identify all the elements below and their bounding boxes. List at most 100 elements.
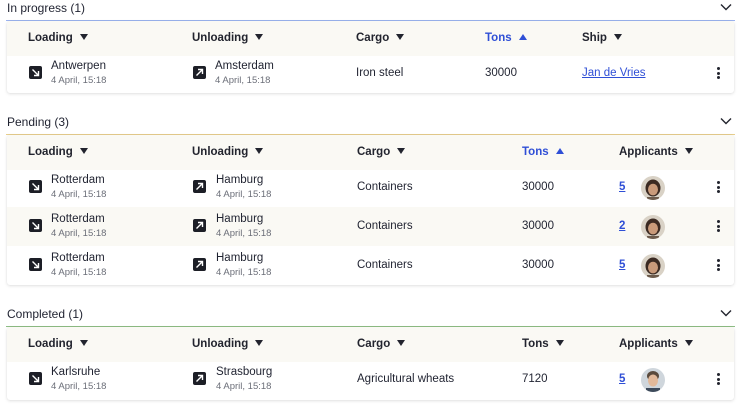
table-header: Loading Unloading Cargo Tons Applicants xyxy=(7,135,734,170)
loading-date: 4 April, 15:18 xyxy=(51,75,107,86)
unloading-city: Hamburg xyxy=(216,252,264,264)
arrow-up-right-icon xyxy=(193,258,206,271)
caret-up-icon xyxy=(555,148,564,154)
section-title: Pending (3) xyxy=(7,115,70,129)
pending-table: Loading Unloading Cargo Tons Applicants … xyxy=(7,135,734,285)
applicants-count-link[interactable]: 2 xyxy=(619,220,625,232)
column-header-cargo[interactable]: Cargo xyxy=(357,338,406,350)
tons-cell: 7120 xyxy=(522,373,548,385)
section-title: In progress (1) xyxy=(7,1,86,15)
table-row[interactable]: Rotterdam 4 April, 15:18 Hamburg 4 April… xyxy=(7,246,734,285)
cargo-cell: Iron steel xyxy=(356,67,404,79)
loading-city: Rotterdam xyxy=(51,213,105,225)
column-header-ship[interactable]: Ship xyxy=(582,32,622,44)
unloading-city: Hamburg xyxy=(216,174,264,186)
arrow-up-right-icon xyxy=(193,372,206,385)
caret-down-icon xyxy=(613,34,622,40)
loading-city: Rotterdam xyxy=(51,252,105,264)
unloading-date: 4 April, 15:18 xyxy=(216,381,272,392)
table-row[interactable]: Antwerpen 4 April, 15:18 Amsterdam 4 Apr… xyxy=(7,54,734,93)
loading-date: 4 April, 15:18 xyxy=(51,267,107,278)
caret-down-icon xyxy=(684,148,693,154)
cargo-cell: Agricultural wheats xyxy=(357,373,455,385)
ship-link[interactable]: Jan de Vries xyxy=(582,67,646,79)
applicant-avatar[interactable] xyxy=(641,215,665,239)
section-header-in-progress[interactable]: In progress (1) xyxy=(0,0,741,20)
column-header-unloading[interactable]: Unloading xyxy=(192,32,264,44)
table-row[interactable]: Karlsruhe 4 April, 15:18 Strasbourg 4 Ap… xyxy=(7,360,734,399)
caret-down-icon xyxy=(255,148,264,154)
arrow-up-right-icon xyxy=(193,219,206,232)
caret-down-icon xyxy=(684,340,693,346)
column-header-loading[interactable]: Loading xyxy=(28,146,88,158)
applicant-avatar[interactable] xyxy=(641,254,665,278)
tons-cell: 30000 xyxy=(522,181,554,193)
column-header-unloading[interactable]: Unloading xyxy=(192,146,264,158)
caret-down-icon xyxy=(79,340,88,346)
chevron-down-icon[interactable] xyxy=(719,0,733,14)
loading-city: Karlsruhe xyxy=(51,366,101,378)
loading-date: 4 April, 15:18 xyxy=(51,189,107,200)
arrow-down-right-icon xyxy=(29,372,42,385)
column-header-loading[interactable]: Loading xyxy=(28,32,88,44)
column-header-tons[interactable]: Tons xyxy=(485,32,527,44)
column-header-applicants[interactable]: Applicants xyxy=(619,146,693,158)
caret-down-icon xyxy=(397,340,406,346)
section-header-pending[interactable]: Pending (3) xyxy=(0,114,741,134)
loading-date: 4 April, 15:18 xyxy=(51,228,107,239)
caret-down-icon xyxy=(555,340,564,346)
more-vertical-icon[interactable] xyxy=(716,259,720,271)
arrow-down-right-icon xyxy=(29,180,42,193)
caret-down-icon xyxy=(255,340,264,346)
cargo-cell: Containers xyxy=(357,181,413,193)
applicant-avatar[interactable] xyxy=(641,368,665,392)
column-header-tons[interactable]: Tons xyxy=(522,146,564,158)
arrow-down-right-icon xyxy=(29,219,42,232)
column-header-cargo[interactable]: Cargo xyxy=(357,146,406,158)
caret-down-icon xyxy=(79,148,88,154)
unloading-date: 4 April, 15:18 xyxy=(216,189,272,200)
applicant-avatar[interactable] xyxy=(641,176,665,200)
chevron-down-icon[interactable] xyxy=(719,306,733,320)
table-header: Loading Unloading Cargo Tons Ship xyxy=(7,21,734,56)
arrow-up-right-icon xyxy=(193,66,206,79)
caret-down-icon xyxy=(396,34,405,40)
arrow-down-right-icon xyxy=(29,258,42,271)
column-header-applicants[interactable]: Applicants xyxy=(619,338,693,350)
chevron-down-icon[interactable] xyxy=(719,114,733,128)
tons-cell: 30000 xyxy=(522,220,554,232)
unloading-city: Amsterdam xyxy=(215,60,274,72)
more-vertical-icon[interactable] xyxy=(716,67,720,79)
caret-up-icon xyxy=(518,34,527,40)
completed-table: Loading Unloading Cargo Tons Applicants … xyxy=(7,327,734,400)
more-vertical-icon[interactable] xyxy=(716,373,720,385)
tons-cell: 30000 xyxy=(485,67,517,79)
applicants-count-link[interactable]: 5 xyxy=(619,259,625,271)
column-header-tons[interactable]: Tons xyxy=(522,338,564,350)
caret-down-icon xyxy=(79,34,88,40)
applicants-count-link[interactable]: 5 xyxy=(619,373,625,385)
arrow-up-right-icon xyxy=(193,180,206,193)
applicants-count-link[interactable]: 5 xyxy=(619,181,625,193)
in-progress-table: Loading Unloading Cargo Tons Ship Antwer… xyxy=(7,21,734,93)
caret-down-icon xyxy=(397,148,406,154)
column-header-cargo[interactable]: Cargo xyxy=(356,32,405,44)
more-vertical-icon[interactable] xyxy=(716,220,720,232)
column-header-loading[interactable]: Loading xyxy=(28,338,88,350)
section-header-completed[interactable]: Completed (1) xyxy=(0,306,741,326)
unloading-date: 4 April, 15:18 xyxy=(215,75,271,86)
unloading-date: 4 April, 15:18 xyxy=(216,228,272,239)
table-row[interactable]: Rotterdam 4 April, 15:18 Hamburg 4 April… xyxy=(7,207,734,246)
more-vertical-icon[interactable] xyxy=(716,181,720,193)
table-header: Loading Unloading Cargo Tons Applicants xyxy=(7,327,734,362)
unloading-city: Hamburg xyxy=(216,213,264,225)
caret-down-icon xyxy=(255,34,264,40)
column-header-unloading[interactable]: Unloading xyxy=(192,338,264,350)
loading-city: Rotterdam xyxy=(51,174,105,186)
cargo-cell: Containers xyxy=(357,259,413,271)
section-title: Completed (1) xyxy=(7,307,84,321)
unloading-date: 4 April, 15:18 xyxy=(216,267,272,278)
table-row[interactable]: Rotterdam 4 April, 15:18 Hamburg 4 April… xyxy=(7,168,734,207)
cargo-cell: Containers xyxy=(357,220,413,232)
unloading-city: Strasbourg xyxy=(216,366,273,378)
